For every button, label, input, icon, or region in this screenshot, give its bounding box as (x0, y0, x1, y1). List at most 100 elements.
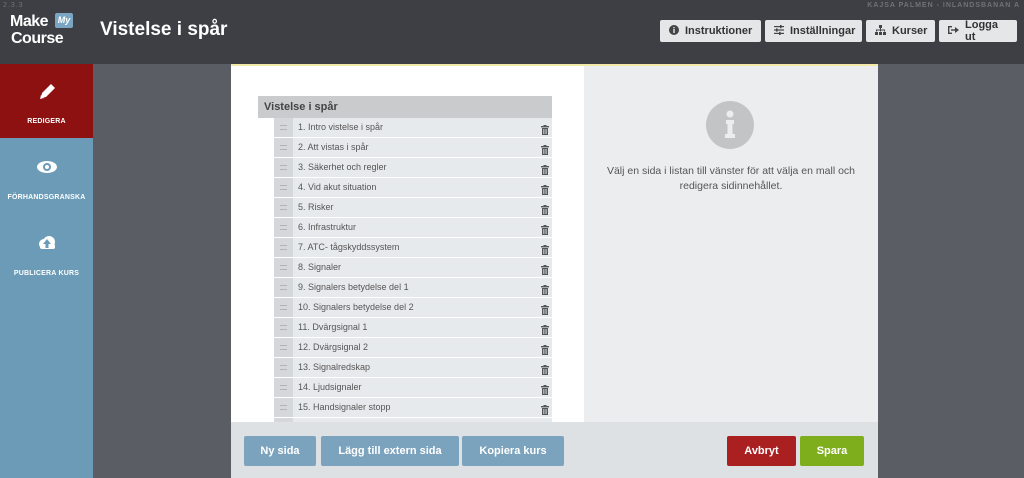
drag-handle-icon[interactable] (274, 358, 293, 377)
logout-label: Logga ut (965, 19, 998, 43)
courses-button[interactable]: Kurser (866, 20, 935, 42)
list-item[interactable]: 3. Säkerhet och regler (274, 158, 552, 178)
drag-handle-icon[interactable] (274, 378, 293, 397)
drag-handle-icon[interactable] (274, 298, 293, 317)
list-item[interactable]: 11. Dvärgsignal 1 (274, 318, 552, 338)
user-label: KAJSA PALMEN - INLANDSBANAN A (867, 2, 1020, 9)
trash-icon[interactable] (541, 322, 549, 335)
trash-icon[interactable] (541, 142, 549, 155)
list-item[interactable]: 9. Signalers betydelse del 1 (274, 278, 552, 298)
list-item[interactable]: 2. Att vistas i spår (274, 138, 552, 158)
trash-icon[interactable] (541, 282, 549, 295)
drag-handle-icon[interactable] (274, 178, 293, 197)
info-message: Välj en sida i listan till vänster för a… (606, 165, 856, 192)
logout-button[interactable]: Logga ut (939, 19, 1017, 43)
list-item[interactable]: 6. Infrastruktur (274, 218, 552, 238)
logo-course: Course (11, 30, 64, 47)
trash-icon[interactable] (541, 362, 549, 375)
settings-button[interactable]: Inställningar (765, 20, 862, 42)
action-bar: Ny sida Lägg till extern sida Kopiera ku… (231, 422, 878, 478)
page-label: 4. Vid akut situation (298, 182, 377, 192)
drag-handle-icon[interactable] (274, 278, 293, 297)
trash-icon[interactable] (541, 342, 549, 355)
trash-icon[interactable] (541, 182, 549, 195)
eye-icon (36, 158, 58, 176)
trash-icon[interactable] (541, 122, 549, 135)
logo-my: My (55, 13, 73, 28)
page-label: 8. Signaler (298, 262, 342, 272)
sidebar-item-preview[interactable]: FÖRHANDSGRANSKA (0, 140, 93, 214)
editor-panel: Vistelse i spår 1. Intro vistelse i spår… (231, 64, 878, 422)
version-label: 2.3.3 (3, 2, 24, 9)
page-tree-pane: Vistelse i spår 1. Intro vistelse i spår… (231, 66, 584, 422)
drag-handle-icon[interactable] (274, 398, 293, 417)
trash-icon[interactable] (541, 382, 549, 395)
instructions-label: Instruktioner (685, 25, 753, 37)
courses-label: Kurser (892, 25, 928, 37)
list-item[interactable]: 10. Signalers betydelse del 2 (274, 298, 552, 318)
new-page-button[interactable]: Ny sida (244, 436, 316, 466)
page-label: 14. Ljudsignaler (298, 382, 362, 392)
drag-handle-icon[interactable] (274, 338, 293, 357)
list-item[interactable]: 5. Risker (274, 198, 552, 218)
page-label: 6. Infrastruktur (298, 222, 357, 232)
page-list: 1. Intro vistelse i spår 2. Att vistas i … (274, 118, 552, 422)
sidebar: REDIGERA FÖRHANDSGRANSKA PUBLICERA KURS (0, 64, 93, 478)
page-label: 1. Intro vistelse i spår (298, 122, 384, 132)
page-label: 15. Handsignaler stopp (298, 402, 391, 412)
page-label: 3. Säkerhet och regler (298, 162, 387, 172)
drag-handle-icon[interactable] (274, 218, 293, 237)
sitemap-icon (875, 24, 886, 38)
drag-handle-icon[interactable] (274, 198, 293, 217)
drag-handle-icon[interactable] (274, 258, 293, 277)
sign-out-icon (948, 25, 959, 38)
makemycourse-logo[interactable]: Make My Course (10, 13, 74, 49)
trash-icon[interactable] (541, 242, 549, 255)
drag-handle-icon[interactable] (274, 238, 293, 257)
page-label: 12. Dvärgsignal 2 (298, 342, 369, 352)
info-pane: Välj en sida i listan till vänster för a… (584, 66, 878, 422)
add-external-page-button[interactable]: Lägg till extern sida (321, 436, 459, 466)
trash-icon[interactable] (541, 162, 549, 175)
list-item[interactable]: 15. Handsignaler stopp (274, 398, 552, 418)
save-button[interactable]: Spara (800, 436, 864, 466)
settings-label: Inställningar (790, 25, 856, 37)
cloud-upload-icon (36, 234, 58, 252)
sidebar-item-publish[interactable]: PUBLICERA KURS (0, 216, 93, 290)
list-item[interactable]: 14. Ljudsignaler (274, 378, 552, 398)
page-label: 7. ATC- tågskyddssystem (298, 242, 400, 252)
logo-make: Make (10, 13, 49, 30)
list-item[interactable]: 8. Signaler (274, 258, 552, 278)
page-label: 11. Dvärgsignal 1 (298, 322, 368, 332)
drag-handle-icon[interactable] (274, 318, 293, 337)
list-item[interactable]: 13. Signalredskap (274, 358, 552, 378)
sidebar-item-label: REDIGERA (27, 118, 66, 125)
sliders-icon (774, 24, 784, 38)
list-item[interactable]: 1. Intro vistelse i spår (274, 118, 552, 138)
page-label: 2. Att vistas i spår (298, 142, 369, 152)
info-icon (706, 101, 754, 149)
list-item[interactable]: 12. Dvärgsignal 2 (274, 338, 552, 358)
trash-icon[interactable] (541, 302, 549, 315)
drag-handle-icon[interactable] (274, 118, 293, 137)
drag-handle-icon[interactable] (274, 138, 293, 157)
sidebar-item-edit[interactable]: REDIGERA (0, 64, 93, 138)
instructions-button[interactable]: Instruktioner (660, 20, 761, 42)
cancel-button[interactable]: Avbryt (727, 436, 796, 466)
sidebar-item-label: FÖRHANDSGRANSKA (7, 194, 86, 201)
drag-handle-icon[interactable] (274, 158, 293, 177)
list-item[interactable]: 7. ATC- tågskyddssystem (274, 238, 552, 258)
copy-course-button[interactable]: Kopiera kurs (462, 436, 564, 466)
trash-icon[interactable] (541, 222, 549, 235)
trash-icon[interactable] (541, 262, 549, 275)
top-header: 2.3.3 KAJSA PALMEN - INLANDSBANAN A Make… (0, 0, 1024, 64)
trash-icon[interactable] (541, 202, 549, 215)
trash-icon[interactable] (541, 402, 549, 415)
page-label: 13. Signalredskap (298, 362, 371, 372)
tree-title[interactable]: Vistelse i spår (258, 96, 552, 118)
list-item[interactable]: 4. Vid akut situation (274, 178, 552, 198)
info-circle-icon (669, 24, 679, 38)
course-title: Vistelse i spår (100, 19, 228, 40)
page-label: 5. Risker (298, 202, 334, 212)
pencil-icon (36, 82, 58, 100)
